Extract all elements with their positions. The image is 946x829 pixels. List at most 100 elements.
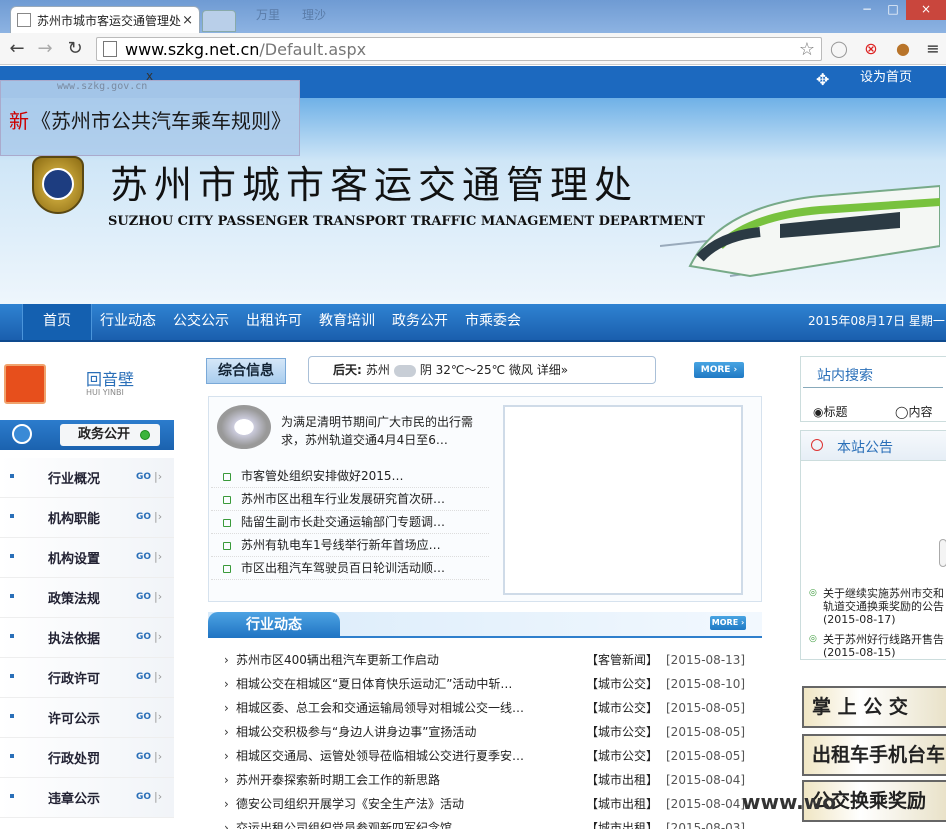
menu-hamburger-icon[interactable]: ≡ — [922, 38, 944, 60]
play-circle-icon — [811, 439, 823, 451]
sidebar-item[interactable]: 行业概况 GO |› — [0, 458, 174, 498]
address-bar[interactable]: www.szkg.net.cn /Default.aspx ☆ — [96, 37, 822, 61]
browser-tab-active[interactable]: 苏州市城市客运交通管理处 × — [10, 6, 200, 33]
chevron-right-icon: |› — [154, 670, 163, 683]
weather-widget[interactable]: 后天: 苏州 阴 32℃～25℃ 微风 详细» — [308, 356, 656, 384]
browser-toolbar: ← → ↻ www.szkg.net.cn /Default.aspx ☆ ◯ … — [0, 33, 946, 65]
radio-content[interactable]: ◯内容 — [895, 403, 932, 420]
news-row[interactable]: 德安公司组织开展学习《安全生产法》活动 【城市出租】 [2015-08-04] — [216, 792, 756, 816]
sidebar-item[interactable]: 机构设置 GO |› — [0, 538, 174, 578]
sidebar-item-label: 许可公示 — [48, 712, 101, 727]
go-label: GO — [136, 592, 152, 602]
news-row[interactable]: 相城公交积极参与“身边人讲身边事”宣扬活动 【城市公交】 [2015-08-05] — [216, 720, 756, 744]
info-list: 市客管处组织安排做好2015… 苏州市区出租车行业发展研究首次研… 陆留生副市长… — [211, 465, 489, 580]
sidebar-item[interactable]: 许可公示 GO |› — [0, 698, 174, 738]
nav-taxi-permit[interactable]: 出租许可 — [246, 304, 302, 340]
forward-arrow-icon[interactable]: → — [34, 38, 56, 60]
chevron-right-icon: |› — [154, 510, 163, 523]
floating-notice[interactable]: www.szkg.gov.cn x 新《苏州市公共汽车乘车规则》 — [0, 69, 300, 156]
news-title: 相城公交在相城区“夏日体育快乐运动汇”活动中斩… — [236, 677, 513, 691]
news-row[interactable]: 苏州市区400辆出租汽车更新工作启动 【客管新闻】 [2015-08-13] — [216, 648, 756, 672]
reload-icon[interactable]: ↻ — [64, 38, 86, 60]
banner-taxi-mobile[interactable]: 出租车手机台车 — [802, 734, 946, 776]
back-arrow-icon[interactable]: ← — [6, 38, 28, 60]
news-title: 相城区交通局、运管处领导莅临相城公交进行夏季安… — [236, 749, 525, 763]
more-button[interactable]: MORE › — [694, 362, 744, 378]
news-date: [2015-08-13] — [666, 653, 746, 667]
site-search-title: 站内搜索 — [817, 368, 873, 384]
go-label: GO — [136, 512, 152, 522]
news-date: [2015-08-10] — [666, 677, 746, 691]
sidebar-item[interactable]: 政策法规 GO |› — [0, 578, 174, 618]
tab-close-icon[interactable]: × — [182, 13, 193, 28]
news-category: 【城市出租】 — [586, 821, 659, 829]
nav-bus-notice[interactable]: 公交公示 — [173, 304, 229, 340]
minimize-icon[interactable]: − — [854, 0, 880, 20]
general-info-tab[interactable]: 综合信息 — [206, 358, 286, 384]
url-domain: www.szkg.net.cn — [125, 39, 260, 59]
nav-home[interactable]: 首页 — [22, 304, 92, 340]
news-date: [2015-08-04] — [666, 797, 746, 811]
scroll-handle[interactable] — [939, 539, 946, 567]
image-frame — [503, 405, 743, 595]
list-item[interactable]: 陆留生副市长赴交通运输部门专题调… — [211, 511, 489, 534]
nav-passenger-committee[interactable]: 市乘委会 — [465, 304, 521, 340]
sidebar-item[interactable]: 行政处罚 GO |› — [0, 738, 174, 778]
more-button[interactable]: MORE › — [710, 616, 746, 630]
go-label: GO — [136, 472, 152, 482]
new-tab-button[interactable] — [202, 10, 236, 32]
search-input[interactable] — [803, 387, 943, 388]
extension-cookie-icon[interactable]: ● — [892, 38, 914, 60]
list-item[interactable]: 市区出租汽车驾驶员百日轮训活动顺… — [211, 557, 489, 580]
industry-news-title[interactable]: 行业动态 — [208, 612, 340, 638]
news-row[interactable]: 苏州开泰探索新时期工会工作的新思路 【城市出租】 [2015-08-04] — [216, 768, 756, 792]
list-item[interactable]: 苏州有轨电车1号线举行新年首场应… — [211, 534, 489, 557]
sidebar-item[interactable]: 机构职能 GO |› — [0, 498, 174, 538]
window-close-icon[interactable]: × — [906, 0, 946, 20]
news-title: 相城区委、总工会和交通运输局领导对相城公交一线… — [236, 701, 525, 715]
news-row[interactable]: 相城区交通局、运管处领导莅临相城公交进行夏季安… 【城市公交】 [2015-08-0… — [216, 744, 756, 768]
announcements-header: 本站公告 — [801, 431, 946, 461]
site-search-box: 站内搜索 ◉标题 ◯内容 — [800, 356, 946, 422]
sidebar-item[interactable]: 违章公示 GO |› — [0, 778, 174, 818]
floating-close-icon[interactable]: x — [146, 69, 153, 83]
news-row[interactable]: 相城公交在相城区“夏日体育快乐运动汇”活动中斩… 【城市公交】 [2015-08-1… — [216, 672, 756, 696]
extension-circle-icon[interactable]: ◯ — [828, 38, 850, 60]
news-category: 【城市公交】 — [586, 677, 659, 691]
url-path: /Default.aspx — [259, 39, 367, 59]
move-icon[interactable]: ✥ — [816, 70, 829, 89]
echo-wall-title: 回音壁 — [86, 370, 135, 389]
news-row[interactable]: 相城区委、总工会和交通运输局领导对相城公交一线… 【城市公交】 [2015-08-0… — [216, 696, 756, 720]
banner-mobile-bus[interactable]: 掌 上 公 交 — [802, 686, 946, 728]
cloud-icon — [393, 364, 416, 377]
go-label: GO — [136, 632, 152, 642]
set-homepage-link[interactable]: 设为首页 — [860, 66, 912, 85]
sidebar-item[interactable]: 执法依据 GO |› — [0, 618, 174, 658]
echo-wall-link[interactable]: 回音壁 HUI YINBI — [0, 362, 190, 408]
globe-icon — [12, 424, 32, 444]
nav-government-affairs[interactable]: 政务公开 — [392, 304, 448, 340]
radio-content-label: 内容 — [908, 405, 933, 419]
list-item[interactable]: 市客管处组织安排做好2015… — [211, 465, 489, 488]
nav-industry-news[interactable]: 行业动态 — [100, 304, 156, 340]
news-date: [2015-08-03] — [666, 821, 746, 829]
headline-link[interactable]: 为满足清明节期间广大市民的出行需求，苏州轨道交通4月4日至6… — [281, 413, 481, 449]
left-sidebar: 回音壁 HUI YINBI 政务公开 行业概况 GO |› 机构职能 GO |› 机构设… — [0, 342, 190, 829]
floating-notice-title: 《苏州市公共汽车乘车规则》 — [31, 109, 291, 133]
news-row[interactable]: 交运出租公司组织党员参观新四军纪念馆 【城市出租】 [2015-08-03] — [216, 816, 756, 829]
bookmark-star-icon[interactable]: ☆ — [799, 39, 815, 60]
floating-notice-text[interactable]: 新《苏州市公共汽车乘车规则》 — [9, 105, 291, 134]
maximize-icon[interactable]: □ — [880, 0, 906, 20]
extension-rings-icon[interactable]: ⊗ — [860, 38, 882, 60]
info-box: 为满足清明节期间广大市民的出行需求，苏州轨道交通4月4日至6… 市客管处组织安排… — [208, 396, 762, 602]
announcement-item[interactable]: 关于苏州好行线路开售告 (2015-08-15) — [809, 633, 946, 659]
chevron-right-icon: |› — [154, 550, 163, 563]
announcement-item[interactable]: 关于继续实施苏州市交和轨道交通换乘奖励的公告 (2015-08-17) — [809, 587, 946, 626]
radio-title[interactable]: ◉标题 — [813, 403, 848, 420]
sidebar-item[interactable]: 行政许可 GO |› — [0, 658, 174, 698]
chevron-right-icon: |› — [154, 790, 163, 803]
nav-education[interactable]: 教育培训 — [319, 304, 375, 340]
echo-wall-subtitle: HUI YINBI — [86, 388, 124, 397]
list-item[interactable]: 苏州市区出租车行业发展研究首次研… — [211, 488, 489, 511]
site-header: ✥ 设为首页 www.szkg.gov.cn x 新《苏州市公共汽车乘车规则》 … — [0, 66, 946, 304]
